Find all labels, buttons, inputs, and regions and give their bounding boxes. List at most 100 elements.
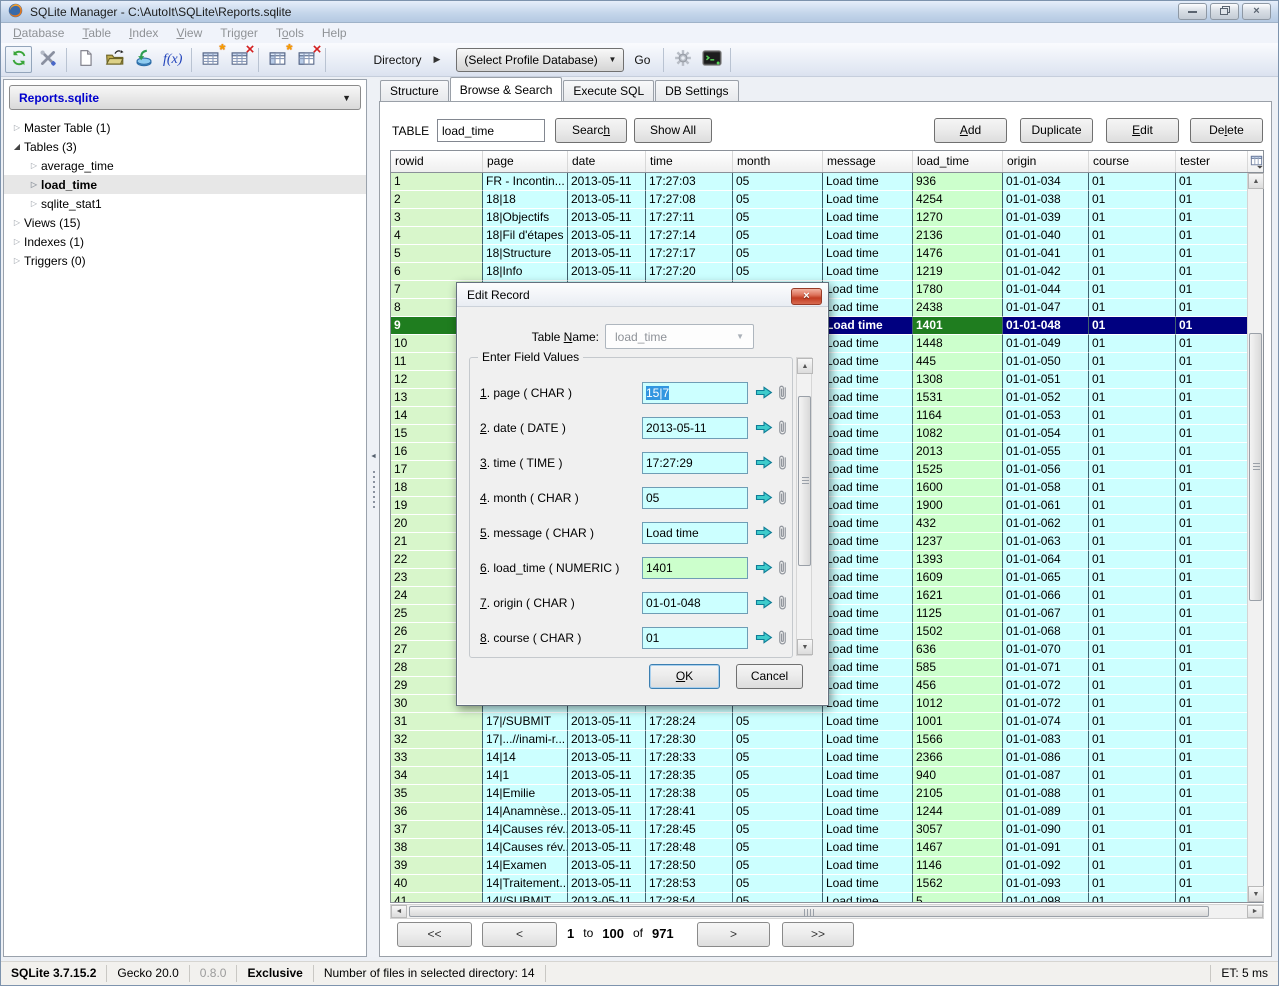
cell-load_time[interactable]: 1219 xyxy=(913,263,1003,281)
table-row[interactable]: 218|182013-05-1117:27:0805Load time42540… xyxy=(391,191,1248,209)
cell-message[interactable]: Load time xyxy=(823,875,913,893)
cell-course[interactable]: 01 xyxy=(1089,785,1176,803)
cell-origin[interactable]: 01-01-098 xyxy=(1003,893,1089,902)
apply-value-arrow-icon[interactable] xyxy=(755,385,773,400)
cell-message[interactable]: Load time xyxy=(823,893,913,902)
cell-date[interactable]: 2013-05-11 xyxy=(568,749,646,767)
attach-file-paperclip-icon[interactable] xyxy=(777,559,788,576)
cell-rowid[interactable]: 3 xyxy=(391,209,483,227)
cell-load_time[interactable]: 1621 xyxy=(913,587,1003,605)
drop-index-button[interactable]: × xyxy=(293,46,320,73)
cell-origin[interactable]: 01-01-063 xyxy=(1003,533,1089,551)
cell-tester[interactable]: 01 xyxy=(1176,425,1248,443)
cell-origin[interactable]: 01-01-089 xyxy=(1003,803,1089,821)
cell-load_time[interactable]: 3057 xyxy=(913,821,1003,839)
cell-rowid[interactable]: 35 xyxy=(391,785,483,803)
cell-page[interactable]: 14|14 xyxy=(483,749,568,767)
cell-rowid[interactable]: 1 xyxy=(391,173,483,191)
add-button[interactable]: Add xyxy=(934,118,1007,143)
cell-origin[interactable]: 01-01-086 xyxy=(1003,749,1089,767)
cell-tester[interactable]: 01 xyxy=(1176,209,1248,227)
table-row[interactable]: 3414|12013-05-1117:28:3505Load time94001… xyxy=(391,767,1248,785)
cell-time[interactable]: 17:28:45 xyxy=(646,821,733,839)
cell-load_time[interactable]: 1082 xyxy=(913,425,1003,443)
cell-course[interactable]: 01 xyxy=(1089,335,1176,353)
cell-course[interactable]: 01 xyxy=(1089,767,1176,785)
cell-course[interactable]: 01 xyxy=(1089,623,1176,641)
cell-message[interactable]: Load time xyxy=(823,317,913,335)
expand-twisty-icon[interactable]: ▷ xyxy=(10,256,24,265)
cell-page[interactable]: FR - Incontin... xyxy=(483,173,568,191)
expand-twisty-icon[interactable]: ▷ xyxy=(10,218,24,227)
cell-course[interactable]: 01 xyxy=(1089,479,1176,497)
cell-tester[interactable]: 01 xyxy=(1176,731,1248,749)
cancel-button[interactable]: Cancel xyxy=(736,664,803,689)
horizontal-scrollbar-thumb[interactable] xyxy=(409,906,1209,917)
cell-origin[interactable]: 01-01-052 xyxy=(1003,389,1089,407)
cell-month[interactable]: 05 xyxy=(733,209,823,227)
cell-month[interactable]: 05 xyxy=(733,191,823,209)
cell-load_time[interactable]: 1244 xyxy=(913,803,1003,821)
cell-origin[interactable]: 01-01-061 xyxy=(1003,497,1089,515)
cell-rowid[interactable]: 5 xyxy=(391,245,483,263)
cell-message[interactable]: Load time xyxy=(823,497,913,515)
horizontal-scrollbar[interactable]: ◄ ► xyxy=(390,904,1264,919)
column-header-time[interactable]: time xyxy=(646,151,733,172)
cell-tester[interactable]: 01 xyxy=(1176,245,1248,263)
go-button[interactable]: Go xyxy=(626,53,658,67)
cell-origin[interactable]: 01-01-048 xyxy=(1003,317,1089,335)
cell-course[interactable]: 01 xyxy=(1089,857,1176,875)
cell-tester[interactable]: 01 xyxy=(1176,623,1248,641)
cell-message[interactable]: Load time xyxy=(823,425,913,443)
cell-tester[interactable]: 01 xyxy=(1176,533,1248,551)
cell-origin[interactable]: 01-01-054 xyxy=(1003,425,1089,443)
cell-rowid[interactable]: 4 xyxy=(391,227,483,245)
cell-course[interactable]: 01 xyxy=(1089,263,1176,281)
cell-tester[interactable]: 01 xyxy=(1176,461,1248,479)
cell-course[interactable]: 01 xyxy=(1089,407,1176,425)
table-row[interactable]: 3914|Examen2013-05-1117:28:5005Load time… xyxy=(391,857,1248,875)
cell-load_time[interactable]: 1780 xyxy=(913,281,1003,299)
cell-course[interactable]: 01 xyxy=(1089,497,1176,515)
cell-course[interactable]: 01 xyxy=(1089,353,1176,371)
attach-file-paperclip-icon[interactable] xyxy=(777,419,788,436)
cell-load_time[interactable]: 1448 xyxy=(913,335,1003,353)
scroll-up-icon[interactable]: ▲ xyxy=(797,358,813,374)
menu-trigger[interactable]: Trigger xyxy=(211,24,267,42)
cell-tester[interactable]: 01 xyxy=(1176,659,1248,677)
cell-load_time[interactable]: 936 xyxy=(913,173,1003,191)
table-row[interactable]: 3514|Emilie2013-05-1117:28:3805Load time… xyxy=(391,785,1248,803)
apply-value-arrow-icon[interactable] xyxy=(755,490,773,505)
tree-item-master-table-1[interactable]: ▷Master Table (1) xyxy=(4,118,366,137)
cell-tester[interactable]: 01 xyxy=(1176,227,1248,245)
cell-date[interactable]: 2013-05-11 xyxy=(568,767,646,785)
cell-course[interactable]: 01 xyxy=(1089,587,1176,605)
cell-origin[interactable]: 01-01-058 xyxy=(1003,479,1089,497)
cell-month[interactable]: 05 xyxy=(733,227,823,245)
open-database-button[interactable] xyxy=(101,46,128,73)
minimize-button[interactable] xyxy=(1178,3,1207,20)
cell-load_time[interactable]: 1562 xyxy=(913,875,1003,893)
cell-course[interactable]: 01 xyxy=(1089,425,1176,443)
collapse-twisty-icon[interactable]: ◢ xyxy=(10,142,24,151)
cell-message[interactable]: Load time xyxy=(823,191,913,209)
cell-course[interactable]: 01 xyxy=(1089,461,1176,479)
cell-origin[interactable]: 01-01-041 xyxy=(1003,245,1089,263)
cell-date[interactable]: 2013-05-11 xyxy=(568,209,646,227)
search-button[interactable]: Search xyxy=(555,118,627,143)
cell-month[interactable]: 05 xyxy=(733,173,823,191)
cell-tester[interactable]: 01 xyxy=(1176,551,1248,569)
table-row[interactable]: 3614|Anamnèse...2013-05-1117:28:4105Load… xyxy=(391,803,1248,821)
cell-load_time[interactable]: 1146 xyxy=(913,857,1003,875)
cell-tester[interactable]: 01 xyxy=(1176,371,1248,389)
cell-page[interactable]: 17|...//inami-r... xyxy=(483,731,568,749)
cell-origin[interactable]: 01-01-064 xyxy=(1003,551,1089,569)
cell-load_time[interactable]: 1164 xyxy=(913,407,1003,425)
cell-tester[interactable]: 01 xyxy=(1176,281,1248,299)
cell-tester[interactable]: 01 xyxy=(1176,479,1248,497)
field-input-date[interactable]: 2013-05-11 xyxy=(642,417,748,439)
cell-tester[interactable]: 01 xyxy=(1176,893,1248,902)
cell-load_time[interactable]: 1001 xyxy=(913,713,1003,731)
cell-tester[interactable]: 01 xyxy=(1176,749,1248,767)
table-row[interactable]: 3714|Causes rév...2013-05-1117:28:4505Lo… xyxy=(391,821,1248,839)
